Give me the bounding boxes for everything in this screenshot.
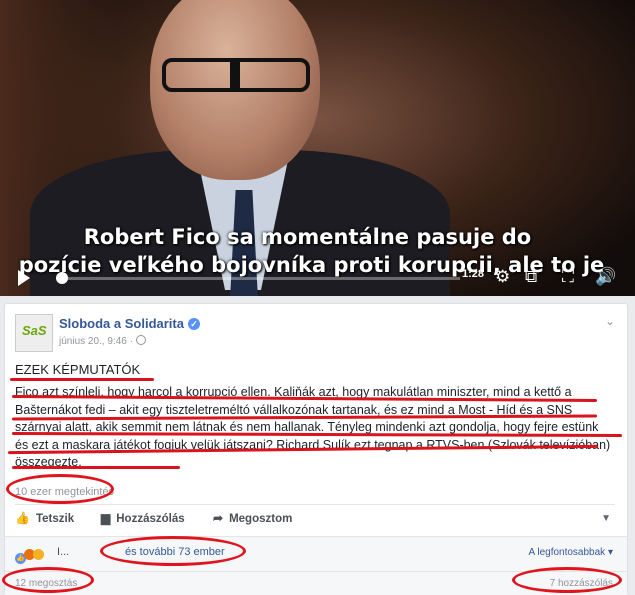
annotation-underline — [10, 378, 154, 381]
annotation-underline — [12, 466, 180, 469]
volume-icon[interactable]: 🔊 — [595, 267, 616, 287]
video-player[interactable]: Robert Fico sa momentálne pasuje do pozí… — [0, 0, 635, 296]
audience-dropdown-icon[interactable]: ▼ — [601, 513, 611, 524]
play-icon[interactable] — [18, 270, 30, 286]
annotation-circle — [2, 567, 94, 593]
comment-sort-dropdown[interactable]: A legfontosabbak ▾ — [528, 547, 613, 558]
fullscreen-icon[interactable]: ⛶ — [562, 267, 574, 287]
video-progress-knob[interactable] — [56, 272, 68, 284]
reaction-icons[interactable]: 👍 — [15, 547, 44, 565]
video-controls: 1:28 ⚙ ⧉ ⛶ 🔊 — [0, 258, 635, 296]
globe-icon — [135, 335, 146, 345]
sad-reaction-icon — [33, 549, 44, 560]
post-actions: 👍 Tetszik ▆ Hozzászólás ➦ Megosztom ▼ — [15, 507, 615, 533]
share-icon: ➦ — [213, 511, 224, 525]
share-button[interactable]: ➦ Megosztom — [213, 511, 292, 525]
annotation-circle — [100, 536, 246, 566]
annotation-circle — [512, 567, 622, 593]
comment-button[interactable]: ▆ Hozzászólás — [101, 511, 185, 525]
thumbs-up-icon: 👍 — [15, 511, 30, 525]
video-time: 1:28 — [462, 268, 485, 280]
embed-icon[interactable]: ⧉ — [525, 267, 537, 287]
post-date[interactable]: június 20., 9:46 · — [59, 335, 146, 347]
verified-icon: ✓ — [187, 318, 200, 330]
divider — [15, 504, 615, 505]
like-button[interactable]: 👍 Tetszik — [15, 511, 74, 525]
settings-icon[interactable]: ⚙ — [495, 267, 510, 287]
annotation-circle — [6, 474, 114, 504]
video-subtitle-line1: Robert Fico sa momentálne pasuje do — [83, 225, 532, 249]
comment-icon: ▆ — [101, 511, 111, 525]
video-progress-track[interactable] — [60, 277, 460, 280]
chevron-down-icon[interactable]: ⌄ — [605, 314, 615, 328]
reactor-name[interactable]: I... — [57, 546, 69, 558]
page-avatar[interactable]: SaS — [15, 314, 53, 352]
post-headline: EZEK KÉPMUTATÓK — [15, 362, 141, 377]
page-name-link[interactable]: Sloboda a Solidarita ✓ — [59, 316, 200, 331]
page-logo: SaS — [22, 323, 47, 338]
